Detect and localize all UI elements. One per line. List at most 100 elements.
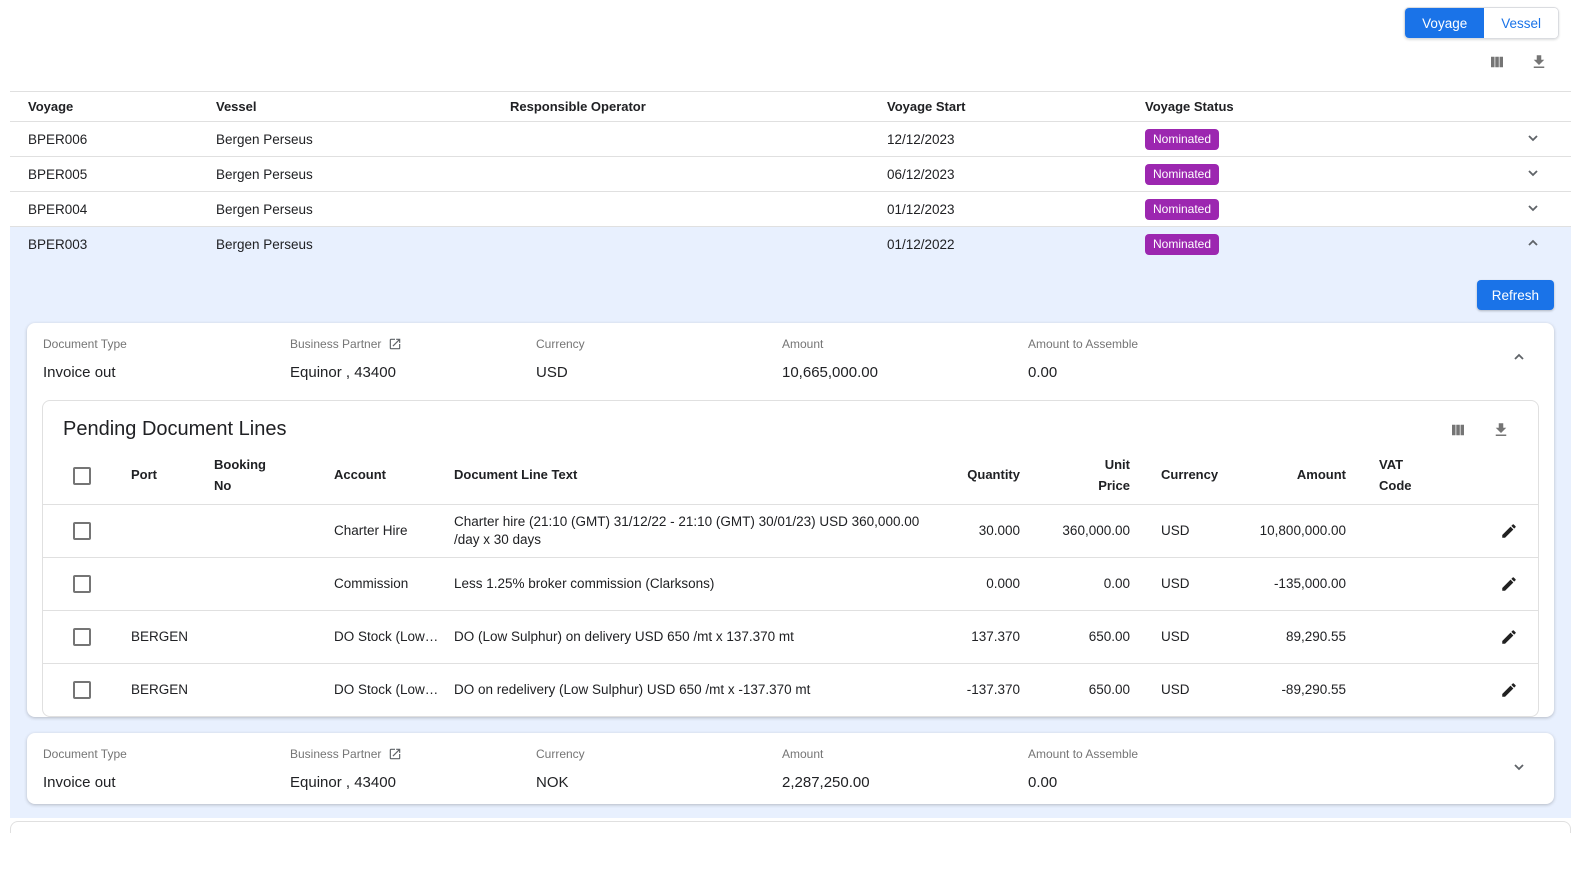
status-badge: Nominated: [1145, 164, 1219, 185]
voyage-start-date: 06/12/2023: [887, 167, 1145, 182]
vessel-name: Bergen Perseus: [216, 167, 510, 182]
open-in-new-icon[interactable]: [388, 337, 402, 351]
document-card: Document Type Invoice out Business Partn…: [27, 733, 1554, 804]
edit-pencil-icon[interactable]: [1500, 575, 1518, 593]
header-document-line-text: Document Line Text: [454, 465, 940, 485]
document-card-header: Document Type Invoice out Business Partn…: [27, 323, 1554, 394]
header-port: Port: [131, 465, 214, 485]
line-port: BERGEN: [131, 628, 214, 646]
row-checkbox[interactable]: [73, 681, 91, 699]
header-amount: Amount: [1240, 465, 1346, 485]
voyage-code: BPER004: [10, 202, 216, 217]
table-row[interactable]: BPER005 Bergen Perseus 06/12/2023 Nomina…: [10, 157, 1571, 192]
document-type-value: Invoice out: [43, 364, 290, 381]
header-vat-code: VAT Code: [1346, 455, 1436, 495]
header-currency: Currency: [1130, 465, 1240, 485]
amount-label: Amount: [782, 337, 1028, 351]
table-toolbar: [0, 39, 1581, 71]
line-quantity: -137.370: [940, 681, 1020, 699]
toggle-vessel-button[interactable]: Vessel: [1484, 8, 1558, 38]
line-quantity: 0.000: [940, 575, 1020, 593]
line-amount: 10,800,000.00: [1240, 522, 1346, 540]
voyage-start-date: 01/12/2023: [887, 202, 1145, 217]
line-account: Charter Hire: [334, 522, 454, 540]
line-account: DO Stock (Low…: [334, 681, 454, 699]
line-text: DO on redelivery (Low Sulphur) USD 650 /…: [454, 681, 940, 699]
vessel-name: Bergen Perseus: [216, 237, 510, 252]
columns-icon[interactable]: [1449, 421, 1467, 439]
line-amount: -89,290.55: [1240, 681, 1346, 699]
amount-to-assemble-label: Amount to Assemble: [1028, 337, 1274, 351]
chevron-down-icon[interactable]: [1525, 200, 1541, 219]
edit-pencil-icon[interactable]: [1500, 522, 1518, 540]
document-line-row: Commission Less 1.25% broker commission …: [43, 557, 1538, 610]
line-quantity: 137.370: [940, 628, 1020, 646]
expanded-voyage-panel: Refresh Document Type Invoice out Busine…: [10, 262, 1571, 818]
vessel-name: Bergen Perseus: [216, 202, 510, 217]
header-voyage-start: Voyage Start: [887, 99, 1145, 114]
currency-value: USD: [536, 364, 782, 381]
top-bar: Voyage Vessel: [0, 0, 1581, 39]
amount-label: Amount: [782, 747, 1028, 761]
line-account: DO Stock (Low…: [334, 628, 454, 646]
table-row-expanded[interactable]: BPER003 Bergen Perseus 01/12/2022 Nomina…: [10, 227, 1571, 262]
chevron-up-icon[interactable]: [1525, 235, 1541, 254]
amount-to-assemble-value: 0.00: [1028, 774, 1274, 791]
currency-value: NOK: [536, 774, 782, 791]
amount-to-assemble-value: 0.00: [1028, 364, 1274, 381]
status-badge: Nominated: [1145, 199, 1219, 220]
header-unit-price: Unit Price: [1020, 455, 1130, 495]
edit-pencil-icon[interactable]: [1500, 681, 1518, 699]
refresh-button[interactable]: Refresh: [1477, 280, 1554, 310]
table-row[interactable]: BPER006 Bergen Perseus 12/12/2023 Nomina…: [10, 122, 1571, 157]
download-icon[interactable]: [1492, 421, 1510, 439]
currency-label: Currency: [536, 747, 782, 761]
toggle-voyage-button[interactable]: Voyage: [1405, 8, 1484, 38]
line-quantity: 30.000: [940, 522, 1020, 540]
line-port: BERGEN: [131, 681, 214, 699]
voyage-start-date: 12/12/2023: [887, 132, 1145, 147]
line-unit-price: 650.00: [1020, 681, 1130, 699]
header-booking-no: Booking No: [214, 455, 334, 495]
view-toggle: Voyage Vessel: [1404, 7, 1559, 39]
voyage-code: BPER006: [10, 132, 216, 147]
pending-lines-title: Pending Document Lines: [63, 418, 286, 441]
line-text: DO (Low Sulphur) on delivery USD 650 /mt…: [454, 628, 940, 646]
next-section-card-edge: [10, 821, 1571, 833]
business-partner-value: Equinor , 43400: [290, 774, 536, 791]
line-account: Commission: [334, 575, 454, 593]
line-unit-price: 650.00: [1020, 628, 1130, 646]
status-badge: Nominated: [1145, 234, 1219, 255]
header-voyage-status: Voyage Status: [1145, 99, 1445, 114]
row-checkbox[interactable]: [73, 628, 91, 646]
status-badge: Nominated: [1145, 129, 1219, 150]
currency-label: Currency: [536, 337, 782, 351]
business-partner-label: Business Partner: [290, 337, 381, 351]
document-line-row: Charter Hire Charter hire (21:10 (GMT) 3…: [43, 504, 1538, 557]
line-currency: USD: [1130, 628, 1240, 646]
header-vessel: Vessel: [216, 99, 510, 114]
header-responsible-operator: Responsible Operator: [510, 99, 887, 114]
line-amount: -135,000.00: [1240, 575, 1346, 593]
row-checkbox[interactable]: [73, 522, 91, 540]
document-type-label: Document Type: [43, 337, 290, 351]
row-checkbox[interactable]: [73, 575, 91, 593]
line-text: Less 1.25% broker commission (Clarksons): [454, 575, 940, 593]
columns-icon[interactable]: [1488, 53, 1506, 71]
table-row[interactable]: BPER004 Bergen Perseus 01/12/2023 Nomina…: [10, 192, 1571, 227]
download-icon[interactable]: [1530, 53, 1548, 71]
voyage-table: Voyage Vessel Responsible Operator Voyag…: [10, 91, 1571, 262]
chevron-down-icon[interactable]: [1511, 759, 1527, 780]
line-currency: USD: [1130, 575, 1240, 593]
voyage-code: BPER005: [10, 167, 216, 182]
chevron-up-icon[interactable]: [1511, 349, 1527, 370]
edit-pencil-icon[interactable]: [1500, 628, 1518, 646]
select-all-checkbox[interactable]: [73, 467, 91, 485]
line-amount: 89,290.55: [1240, 628, 1346, 646]
line-unit-price: 360,000.00: [1020, 522, 1130, 540]
document-line-row: BERGEN DO Stock (Low… DO (Low Sulphur) o…: [43, 610, 1538, 663]
chevron-down-icon[interactable]: [1525, 165, 1541, 184]
open-in-new-icon[interactable]: [388, 747, 402, 761]
chevron-down-icon[interactable]: [1525, 130, 1541, 149]
amount-value: 10,665,000.00: [782, 364, 1028, 381]
